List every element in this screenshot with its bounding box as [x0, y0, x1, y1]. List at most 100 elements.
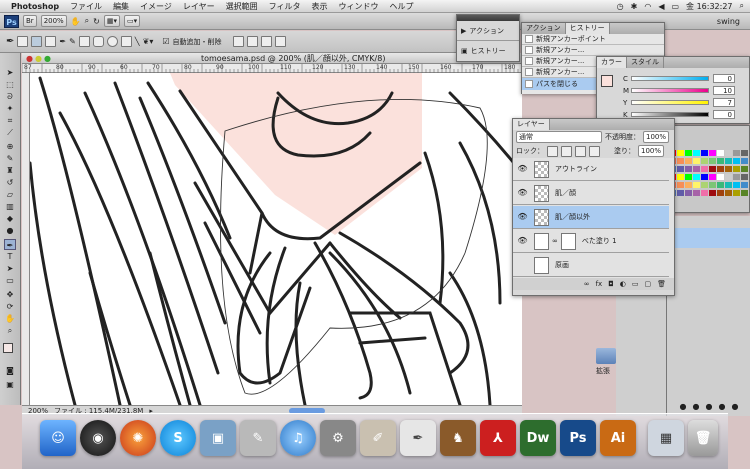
- document-tab[interactable]: ● ● ● tomoesama.psd @ 200% (肌／顔以外, CMYK/…: [22, 53, 522, 64]
- menu-file[interactable]: ファイル: [70, 1, 102, 12]
- firefox-icon[interactable]: ✺: [120, 420, 156, 456]
- visibility-eye-icon[interactable]: 👁: [517, 164, 528, 175]
- eyedropper-icon[interactable]: ⟋: [4, 127, 16, 138]
- swatch[interactable]: [693, 182, 700, 188]
- tab-styles[interactable]: スタイル: [627, 57, 664, 68]
- swatch[interactable]: [717, 174, 724, 180]
- path-subtract-icon[interactable]: [246, 36, 258, 47]
- rotate-view-icon[interactable]: ↻: [93, 17, 100, 26]
- layer-row[interactable]: 👁 肌／顔: [513, 182, 669, 205]
- color-foreground-swatch[interactable]: [601, 75, 613, 87]
- horizontal-ruler[interactable]: 87 80 90 60 70 80 90 100 110 120 130 140 150 160 170 18…: [22, 64, 522, 73]
- eraser-tool-icon[interactable]: ▱: [4, 189, 16, 200]
- gnu-icon[interactable]: ♞: [440, 420, 476, 456]
- clock[interactable]: 金 16:32:27: [686, 1, 732, 12]
- zoom-tool-icon[interactable]: ⌕: [85, 16, 89, 26]
- swatch[interactable]: [741, 182, 748, 188]
- lasso-tool-icon[interactable]: ᘐ: [4, 91, 16, 102]
- tab-color[interactable]: カラー: [597, 57, 627, 68]
- freeform-pen-icon[interactable]: ✎: [69, 37, 76, 46]
- lock-pixels-icon[interactable]: [561, 145, 572, 157]
- zoom-doc-icon[interactable]: ●: [44, 54, 51, 63]
- auto-add-delete-checkbox[interactable]: ☑: [162, 37, 169, 46]
- swatch[interactable]: [701, 166, 708, 172]
- 3d-orbit-icon[interactable]: ⟳: [4, 301, 16, 312]
- dodge-tool-icon[interactable]: ●: [4, 225, 16, 236]
- swatch[interactable]: [693, 190, 700, 196]
- swatch[interactable]: [717, 190, 724, 196]
- swatch[interactable]: [685, 182, 692, 188]
- swatch[interactable]: [717, 150, 724, 156]
- swatch[interactable]: [709, 158, 716, 164]
- swatch[interactable]: [733, 150, 740, 156]
- swatch[interactable]: [741, 158, 748, 164]
- zoom-dropdown[interactable]: 200%: [40, 15, 67, 27]
- path-exclude-icon[interactable]: [274, 36, 286, 47]
- actions-panel-button[interactable]: ▶ アクション: [457, 21, 519, 41]
- swatch[interactable]: [709, 182, 716, 188]
- marquee-tool-icon[interactable]: ⬚: [4, 79, 16, 90]
- swatch[interactable]: [717, 166, 724, 172]
- swatch[interactable]: [677, 182, 684, 188]
- swatch[interactable]: [725, 174, 732, 180]
- swatch[interactable]: [677, 150, 684, 156]
- opacity-input[interactable]: 100%: [643, 131, 670, 143]
- layer-name[interactable]: 原画: [555, 260, 569, 270]
- bridge-button[interactable]: Br: [23, 15, 37, 27]
- swatch[interactable]: [685, 190, 692, 196]
- spotlight-icon[interactable]: ⌕: [740, 1, 744, 11]
- fill-pixels-icon[interactable]: [45, 36, 57, 47]
- hand-tool-icon[interactable]: ✋: [4, 313, 16, 324]
- swatch[interactable]: [701, 190, 708, 196]
- zoom-tool-icon[interactable]: ⌕: [4, 325, 16, 336]
- tab-actions[interactable]: アクション: [522, 23, 566, 34]
- finder-icon[interactable]: ☺: [40, 420, 76, 456]
- layer-name[interactable]: アウトライン: [555, 164, 597, 174]
- menu-image[interactable]: イメージ: [140, 1, 172, 12]
- swatch[interactable]: [701, 158, 708, 164]
- blend-mode-select[interactable]: 通常: [516, 131, 602, 143]
- swatch[interactable]: [701, 150, 708, 156]
- preview-icon[interactable]: ✎: [240, 420, 276, 456]
- swatch[interactable]: [685, 166, 692, 172]
- ellipse-icon[interactable]: [106, 36, 118, 47]
- iphoto-icon[interactable]: ▣: [200, 420, 236, 456]
- swatch[interactable]: [733, 174, 740, 180]
- crop-tool-icon[interactable]: ⌗: [4, 115, 16, 126]
- channel-value-input[interactable]: 10: [713, 86, 735, 95]
- swatch[interactable]: [741, 166, 748, 172]
- menu-edit[interactable]: 編集: [113, 1, 129, 12]
- gradient-tool-icon[interactable]: ▥: [4, 201, 16, 212]
- swatch[interactable]: [741, 174, 748, 180]
- bluetooth-icon[interactable]: ✱: [631, 2, 638, 11]
- wifi-icon[interactable]: ◠: [644, 2, 651, 11]
- swatch[interactable]: [725, 182, 732, 188]
- tab-layers[interactable]: レイヤー: [513, 119, 550, 130]
- folder-icon[interactable]: [596, 348, 616, 364]
- dreamweaver-icon[interactable]: Dw: [520, 420, 556, 456]
- swatch[interactable]: [693, 150, 700, 156]
- arrange-docs-button[interactable]: ▦▾: [103, 15, 120, 27]
- finder-window-icon[interactable]: ▦: [648, 420, 684, 456]
- swatch[interactable]: [717, 182, 724, 188]
- acrobat-icon[interactable]: ⅄: [480, 420, 516, 456]
- menu-filter[interactable]: フィルタ: [269, 1, 301, 12]
- skype-icon[interactable]: S: [160, 420, 196, 456]
- path-intersect-icon[interactable]: [260, 36, 272, 47]
- menu-window[interactable]: ウィンドウ: [339, 1, 379, 12]
- pen-tool-icon[interactable]: ✒: [4, 239, 16, 250]
- swatch[interactable]: [709, 150, 716, 156]
- channel-slider[interactable]: [631, 76, 709, 81]
- swatch[interactable]: [701, 182, 708, 188]
- swatch[interactable]: [733, 182, 740, 188]
- move-tool-icon[interactable]: ➤: [4, 67, 16, 78]
- polygon-icon[interactable]: [120, 36, 132, 47]
- layer-row[interactable]: 原画: [513, 254, 669, 277]
- history-item[interactable]: 新規アンカー...: [522, 45, 664, 56]
- swatch[interactable]: [693, 158, 700, 164]
- app-menu[interactable]: Photoshop: [11, 2, 59, 11]
- healing-brush-icon[interactable]: ⊕: [4, 141, 16, 152]
- swatch[interactable]: [685, 158, 692, 164]
- shape-layers-icon[interactable]: [17, 36, 29, 47]
- swatch[interactable]: [717, 158, 724, 164]
